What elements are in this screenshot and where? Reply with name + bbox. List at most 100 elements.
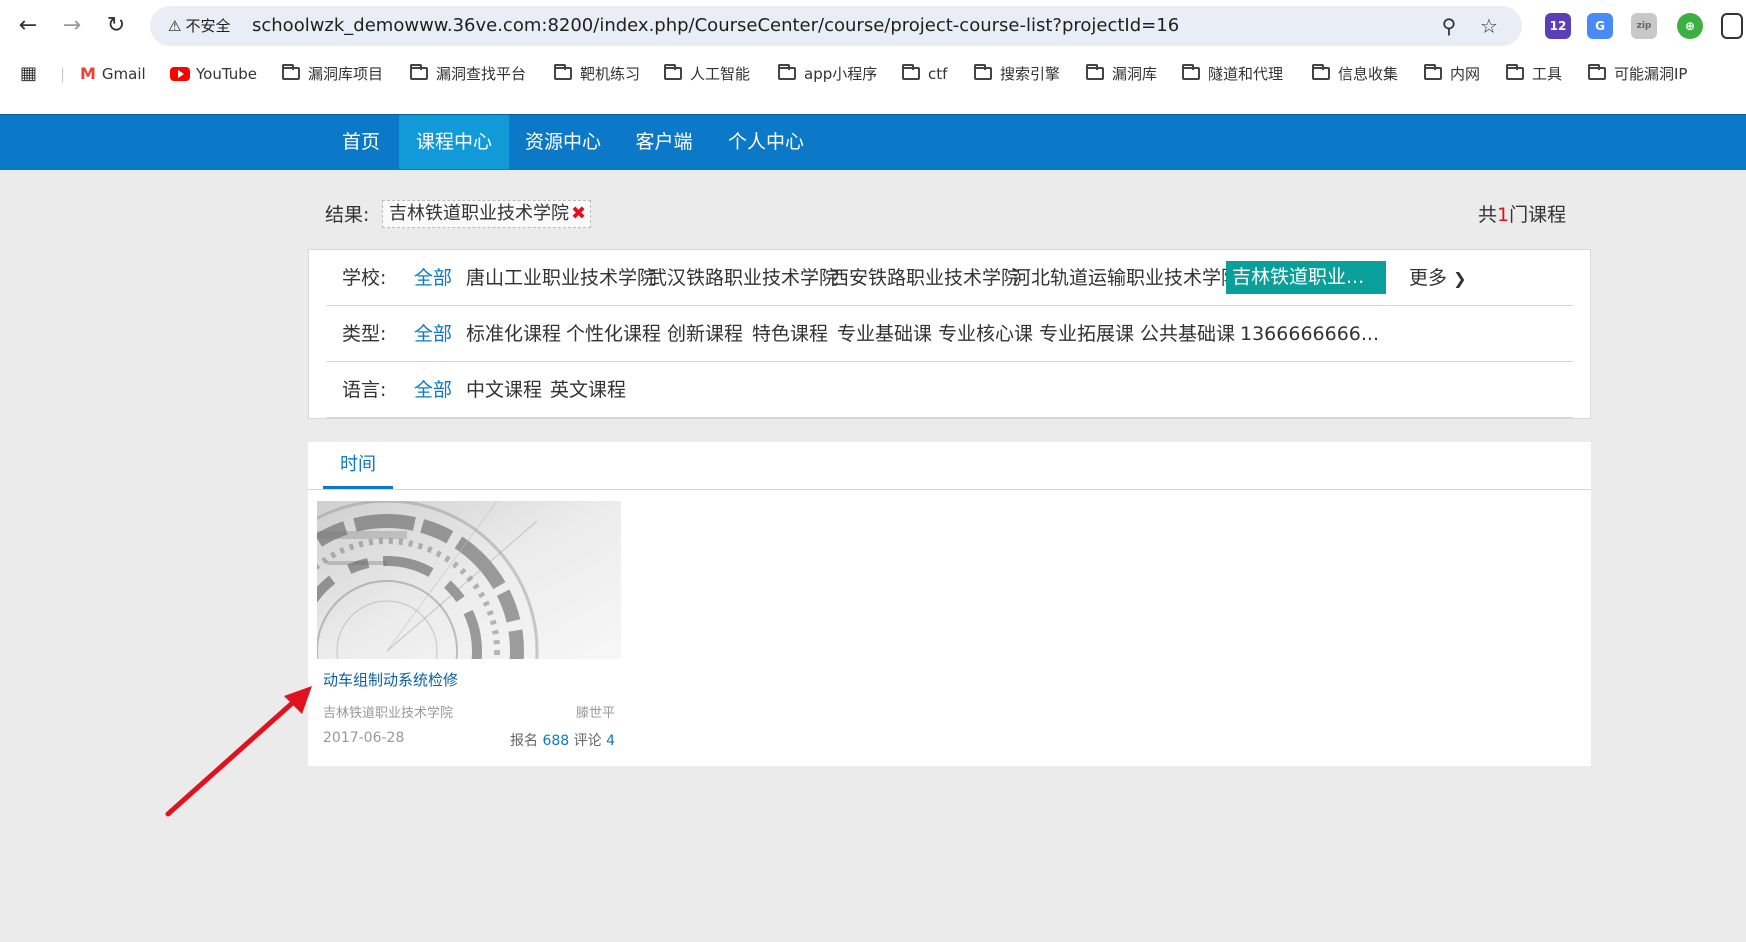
filter-option[interactable]: 唐山工业职业技术学院 xyxy=(466,250,656,306)
bookmark-folder[interactable]: 漏洞查找平台 xyxy=(410,56,526,92)
filter-option-all[interactable]: 全部 xyxy=(414,306,452,362)
filter-label-language: 语言: xyxy=(342,379,387,401)
bookmark-youtube[interactable]: YouTube xyxy=(170,56,257,92)
bookmarks-bar: ▦ | M Gmail YouTube 漏洞库项目 漏洞查找平台 靶机练习 人工智… xyxy=(0,56,1746,92)
forward-arrow-icon[interactable]: → xyxy=(58,12,86,40)
extension-badge-icon[interactable]: 12 xyxy=(1545,13,1571,39)
filter-option[interactable]: 河北轨道运输职业技术学院 xyxy=(1012,250,1240,306)
bookmark-label: 靶机练习 xyxy=(580,65,641,83)
folder-icon xyxy=(902,64,920,80)
folder-icon xyxy=(664,64,682,80)
reload-icon[interactable]: ↻ xyxy=(102,12,130,40)
enroll-count: 688 xyxy=(542,733,570,749)
back-arrow-icon[interactable]: ← xyxy=(14,12,42,40)
bookmark-folder[interactable]: 漏洞库项目 xyxy=(282,56,383,92)
result-filter-chip[interactable]: 吉林铁道职业技术学院 ✖ xyxy=(382,200,592,228)
course-school: 吉林铁道职业技术学院 xyxy=(323,706,454,721)
count-prefix: 共 xyxy=(1478,204,1498,226)
apps-grid-icon[interactable]: ▦ xyxy=(20,56,37,92)
gmail-icon: M xyxy=(80,64,96,83)
filter-row-language: 语言: 全部 中文课程 英文课程 xyxy=(326,362,1573,418)
bookmark-label: app小程序 xyxy=(804,65,878,83)
more-label: 更多 xyxy=(1409,267,1448,289)
course-card[interactable]: 动车组制动系统检修 吉林铁道职业技术学院 滕世平 2017-06-28 报名 6… xyxy=(317,501,621,751)
bookmark-label: 漏洞库 xyxy=(1112,65,1158,83)
filter-option[interactable]: 1366666666... xyxy=(1240,306,1379,362)
filter-option[interactable]: 西安铁路职业技术学院 xyxy=(830,250,1020,306)
filter-option[interactable]: 公共基础课 xyxy=(1140,306,1235,362)
remove-icon[interactable]: ✖ xyxy=(571,203,586,224)
course-date: 2017-06-28 xyxy=(323,730,405,746)
bookmark-folder[interactable]: 靶机练习 xyxy=(554,56,640,92)
site-nav: 首页 课程中心 资源中心 客户端 个人中心 xyxy=(0,114,1746,170)
bookmark-folder[interactable]: 信息收集 xyxy=(1312,56,1398,92)
filter-option[interactable]: 特色课程 xyxy=(752,306,828,362)
proxy-extension-icon[interactable]: ⊕ xyxy=(1677,13,1703,39)
filter-option[interactable]: 英文课程 xyxy=(550,362,626,418)
extension-badge-count: 12 xyxy=(1549,19,1567,33)
extensions-puzzle-icon[interactable] xyxy=(1721,13,1743,39)
count-suffix: 门课程 xyxy=(1509,204,1567,226)
url-text[interactable]: schoolwzk_demowww.36ve.com:8200/index.ph… xyxy=(252,6,1179,46)
bookmark-folder[interactable]: app小程序 xyxy=(778,56,877,92)
nav-course-center[interactable]: 课程中心 xyxy=(399,115,509,169)
sort-bar: 时间 xyxy=(308,442,1591,490)
zip-extension-icon[interactable]: zip xyxy=(1631,13,1657,39)
bookmark-folder[interactable]: 工具 xyxy=(1506,56,1562,92)
filter-option[interactable]: 专业核心课 xyxy=(938,306,1033,362)
filter-option-selected[interactable]: 吉林铁道职业... xyxy=(1226,261,1386,294)
filter-label-school: 学校: xyxy=(342,267,387,289)
bookmark-folder[interactable]: 隧道和代理 xyxy=(1182,56,1283,92)
folder-icon xyxy=(410,64,428,80)
filter-option[interactable]: 专业基础课 xyxy=(837,306,932,362)
bookmark-label: YouTube xyxy=(196,65,257,83)
filter-option[interactable]: 标准化课程 xyxy=(466,306,561,362)
zoom-icon[interactable]: ⚲ xyxy=(1436,13,1462,39)
enroll-label: 报名 xyxy=(509,733,538,749)
bookmark-folder[interactable]: ctf xyxy=(902,56,947,92)
translate-extension-icon[interactable]: G xyxy=(1587,13,1613,39)
filter-option[interactable]: 武汉铁路职业技术学院 xyxy=(648,250,838,306)
folder-icon xyxy=(974,64,992,80)
bookmark-label: 内网 xyxy=(1450,65,1481,83)
bookmark-label: ctf xyxy=(928,65,948,83)
browser-toolbar: ← → ↻ ⚠ 不安全 schoolwzk_demowww.36ve.com:82… xyxy=(0,0,1746,52)
bookmark-folder[interactable]: 内网 xyxy=(1424,56,1480,92)
nav-client[interactable]: 客户端 xyxy=(624,115,704,169)
folder-icon xyxy=(1182,64,1200,80)
filter-option-all[interactable]: 全部 xyxy=(414,362,452,418)
sort-tab-time[interactable]: 时间 xyxy=(323,442,393,489)
folder-icon xyxy=(282,64,300,80)
bookmark-gmail[interactable]: M Gmail xyxy=(80,56,146,92)
security-label: 不安全 xyxy=(185,17,231,35)
bookmark-star-icon[interactable]: ☆ xyxy=(1476,13,1502,39)
nav-resource-center[interactable]: 资源中心 xyxy=(516,115,610,169)
address-bar[interactable]: ⚠ 不安全 schoolwzk_demowww.36ve.com:8200/ind… xyxy=(150,6,1522,46)
bookmark-folder[interactable]: 可能漏洞IP xyxy=(1588,56,1687,92)
more-button[interactable]: 更多 ❯ xyxy=(1409,250,1466,306)
result-label: 结果: xyxy=(325,204,370,226)
filter-option[interactable]: 创新课程 xyxy=(667,306,743,362)
nav-personal-center[interactable]: 个人中心 xyxy=(718,115,814,169)
folder-icon xyxy=(554,64,572,80)
course-title[interactable]: 动车组制动系统检修 xyxy=(323,669,458,690)
filter-option[interactable]: 中文课程 xyxy=(466,362,542,418)
filter-option[interactable]: 专业拓展课 xyxy=(1039,306,1134,362)
bookmark-label: Gmail xyxy=(101,65,146,83)
count-number: 1 xyxy=(1497,204,1510,226)
folder-icon xyxy=(778,64,796,80)
bookmark-label: 工具 xyxy=(1532,65,1563,83)
folder-icon xyxy=(1086,64,1104,80)
browser-chrome: ← → ↻ ⚠ 不安全 schoolwzk_demowww.36ve.com:82… xyxy=(0,0,1746,114)
nav-home[interactable]: 首页 xyxy=(325,115,397,169)
filter-option-all[interactable]: 全部 xyxy=(414,250,452,306)
bookmark-label: 搜索引擎 xyxy=(1000,65,1061,83)
comment-count: 4 xyxy=(606,733,615,749)
warning-icon: ⚠ xyxy=(168,17,182,35)
security-chip[interactable]: ⚠ 不安全 xyxy=(160,13,238,39)
bookmark-folder[interactable]: 人工智能 xyxy=(664,56,750,92)
bookmark-folder[interactable]: 漏洞库 xyxy=(1086,56,1157,92)
bookmark-folder[interactable]: 搜索引擎 xyxy=(974,56,1060,92)
filter-option[interactable]: 个性化课程 xyxy=(566,306,661,362)
course-thumbnail[interactable] xyxy=(317,501,621,659)
